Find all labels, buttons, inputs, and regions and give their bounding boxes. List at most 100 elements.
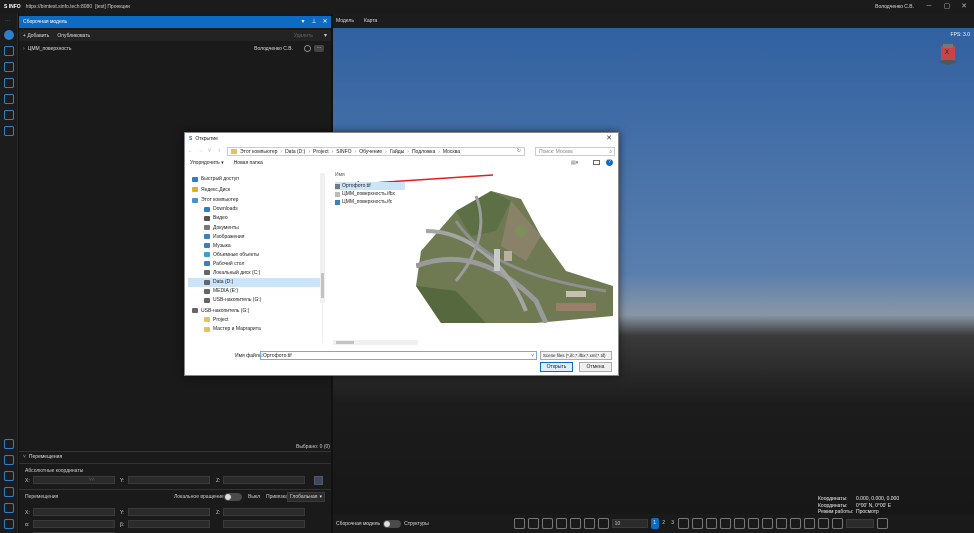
eraser-icon[interactable] <box>761 518 773 529</box>
nav-item[interactable]: Data (D:) <box>188 277 322 287</box>
address-bar[interactable]: Этот компьютер › Data (D:) › Project › SINF… <box>227 147 525 156</box>
local-rotation-toggle[interactable] <box>224 493 242 501</box>
nav-item[interactable]: Project <box>188 315 322 324</box>
up-icon[interactable]: ↑ <box>218 148 221 154</box>
page-2[interactable]: 2 <box>660 518 668 529</box>
ruler-icon[interactable] <box>719 518 731 529</box>
home-view-icon[interactable] <box>747 518 759 529</box>
recent-icon[interactable]: ˅ <box>208 148 211 154</box>
beta-input[interactable] <box>128 520 210 528</box>
back-icon[interactable]: ← <box>188 148 193 154</box>
alpha-input[interactable] <box>33 520 115 528</box>
nav-item[interactable]: Объемные объекты <box>188 250 322 259</box>
measure-icon[interactable] <box>691 518 703 529</box>
home-icon[interactable] <box>4 439 14 449</box>
airplane-icon[interactable] <box>583 518 595 529</box>
more-icon[interactable]: ··· <box>314 45 324 52</box>
organize-button[interactable]: Упорядочить ▾ <box>190 160 224 166</box>
move-z-input[interactable] <box>223 508 305 516</box>
cancel-button[interactable]: Отмена <box>579 362 612 372</box>
gamma-input[interactable] <box>223 520 305 528</box>
search-input[interactable]: Поиск: Москва ⌕ <box>535 147 615 156</box>
box-icon[interactable] <box>733 518 745 529</box>
nav-item[interactable]: Быстрый доступ <box>188 175 322 184</box>
tab-map[interactable]: Карта <box>364 18 377 24</box>
camera-icon[interactable] <box>803 518 815 529</box>
location-icon[interactable] <box>513 518 525 529</box>
nav-item[interactable]: Мастер и Маргарита <box>188 325 322 334</box>
chevron-right-icon[interactable]: › <box>23 46 25 52</box>
layers-icon[interactable] <box>4 46 14 56</box>
move-y-input[interactable] <box>128 508 210 516</box>
eye-icon[interactable] <box>304 45 311 52</box>
help-icon[interactable]: ? <box>606 159 613 166</box>
layers-toggle-icon[interactable] <box>527 518 539 529</box>
binding-select[interactable]: Глобальная ▾ <box>287 492 325 502</box>
abs-y-input[interactable] <box>128 476 210 484</box>
crumb-7[interactable]: Москва <box>443 149 460 155</box>
search-icon[interactable] <box>4 110 14 120</box>
nav-item[interactable]: MEDIA (E:) <box>188 287 322 296</box>
nav-item[interactable]: Локальный диск (C:) <box>188 268 322 277</box>
view-icon[interactable]: ▤▾ <box>571 160 578 166</box>
dialog-close-icon[interactable]: ✕ <box>604 134 614 144</box>
apply-coords-button[interactable] <box>314 476 323 485</box>
filename-input[interactable]: Ортофото.tif ˅ <box>260 351 537 360</box>
copy-icon[interactable] <box>817 518 829 529</box>
nav-item[interactable]: Музыка <box>188 241 322 250</box>
crumb-2[interactable]: Project <box>313 149 329 155</box>
nav-item[interactable]: Яндекс.Диск <box>188 185 322 194</box>
user-name[interactable]: Володченко С.В. <box>875 4 914 10</box>
nav-item[interactable]: USB-накопитель (G:) <box>188 306 322 315</box>
move-icon[interactable] <box>555 518 567 529</box>
chevron-down-icon[interactable]: ˅ <box>531 352 534 360</box>
crumb-4[interactable]: Обучение <box>359 149 382 155</box>
tree-item[interactable]: › ЦММ_поверхность Володченко С.В. ··· <box>19 44 331 54</box>
move-x-input[interactable] <box>33 508 115 516</box>
nav-item[interactable]: Downloads <box>188 205 322 214</box>
refresh-icon[interactable]: ↻ <box>517 148 521 154</box>
expand-icon[interactable] <box>569 518 581 529</box>
pin-icon[interactable]: ⊥ <box>310 18 318 26</box>
chat-icon[interactable] <box>4 455 14 465</box>
orientation-gizmo[interactable]: X <box>934 42 962 66</box>
documents-icon[interactable] <box>4 62 14 72</box>
tab-model[interactable]: Модель <box>336 18 354 24</box>
new-folder-button[interactable]: Новая папка <box>234 160 263 166</box>
panel-menu-icon[interactable]: ▾ <box>324 32 327 39</box>
nav-item[interactable]: Рабочий стол <box>188 259 322 268</box>
column-name-header[interactable]: Имя <box>335 172 345 178</box>
minimize-icon[interactable]: ─ <box>924 2 934 12</box>
page-size-select[interactable]: 10 <box>611 519 648 528</box>
chain-icon[interactable] <box>789 518 801 529</box>
publish-button[interactable]: Опубликовать <box>57 33 90 39</box>
page-1[interactable]: 1 <box>650 518 659 529</box>
crumb-1[interactable]: Data (D:) <box>285 149 305 155</box>
crumb-5[interactable]: Гайды <box>390 149 405 155</box>
filetype-select[interactable]: Scene files (*.ifc;*.ifbx;*.xml;*.tif) <box>540 351 612 360</box>
zoom-select[interactable] <box>845 519 874 528</box>
file-item[interactable]: ЦММ_поверхность.ifc <box>335 198 392 206</box>
file-item[interactable]: Ортофото.tif <box>335 182 405 190</box>
nav-item[interactable]: Этот компьютер <box>188 196 322 205</box>
filter-icon[interactable] <box>541 518 553 529</box>
chevron-down-icon[interactable]: ▾ <box>299 18 307 26</box>
settings-icon[interactable] <box>4 519 14 529</box>
globe-icon[interactable] <box>4 94 14 104</box>
delete-button[interactable]: Удалить <box>294 33 313 39</box>
crumb-3[interactable]: SINFO <box>336 149 351 155</box>
map-icon[interactable] <box>876 518 888 529</box>
close-panel-icon[interactable]: ✕ <box>321 18 329 26</box>
add-button[interactable]: + Добавить <box>23 33 49 39</box>
menu-dots-icon[interactable]: ··· <box>5 18 10 24</box>
select-icon[interactable] <box>677 518 689 529</box>
paint-icon[interactable] <box>775 518 787 529</box>
stepper-icon[interactable]: ˅˄ <box>89 477 95 483</box>
abs-z-input[interactable] <box>223 476 305 484</box>
close-icon[interactable]: ✕ <box>959 2 969 12</box>
open-button[interactable]: Открыть <box>540 362 573 372</box>
crumb-0[interactable]: Этот компьютер <box>240 149 277 155</box>
cube-icon[interactable] <box>597 518 609 529</box>
preview-pane-icon[interactable] <box>593 160 600 165</box>
user-icon[interactable] <box>4 503 14 513</box>
